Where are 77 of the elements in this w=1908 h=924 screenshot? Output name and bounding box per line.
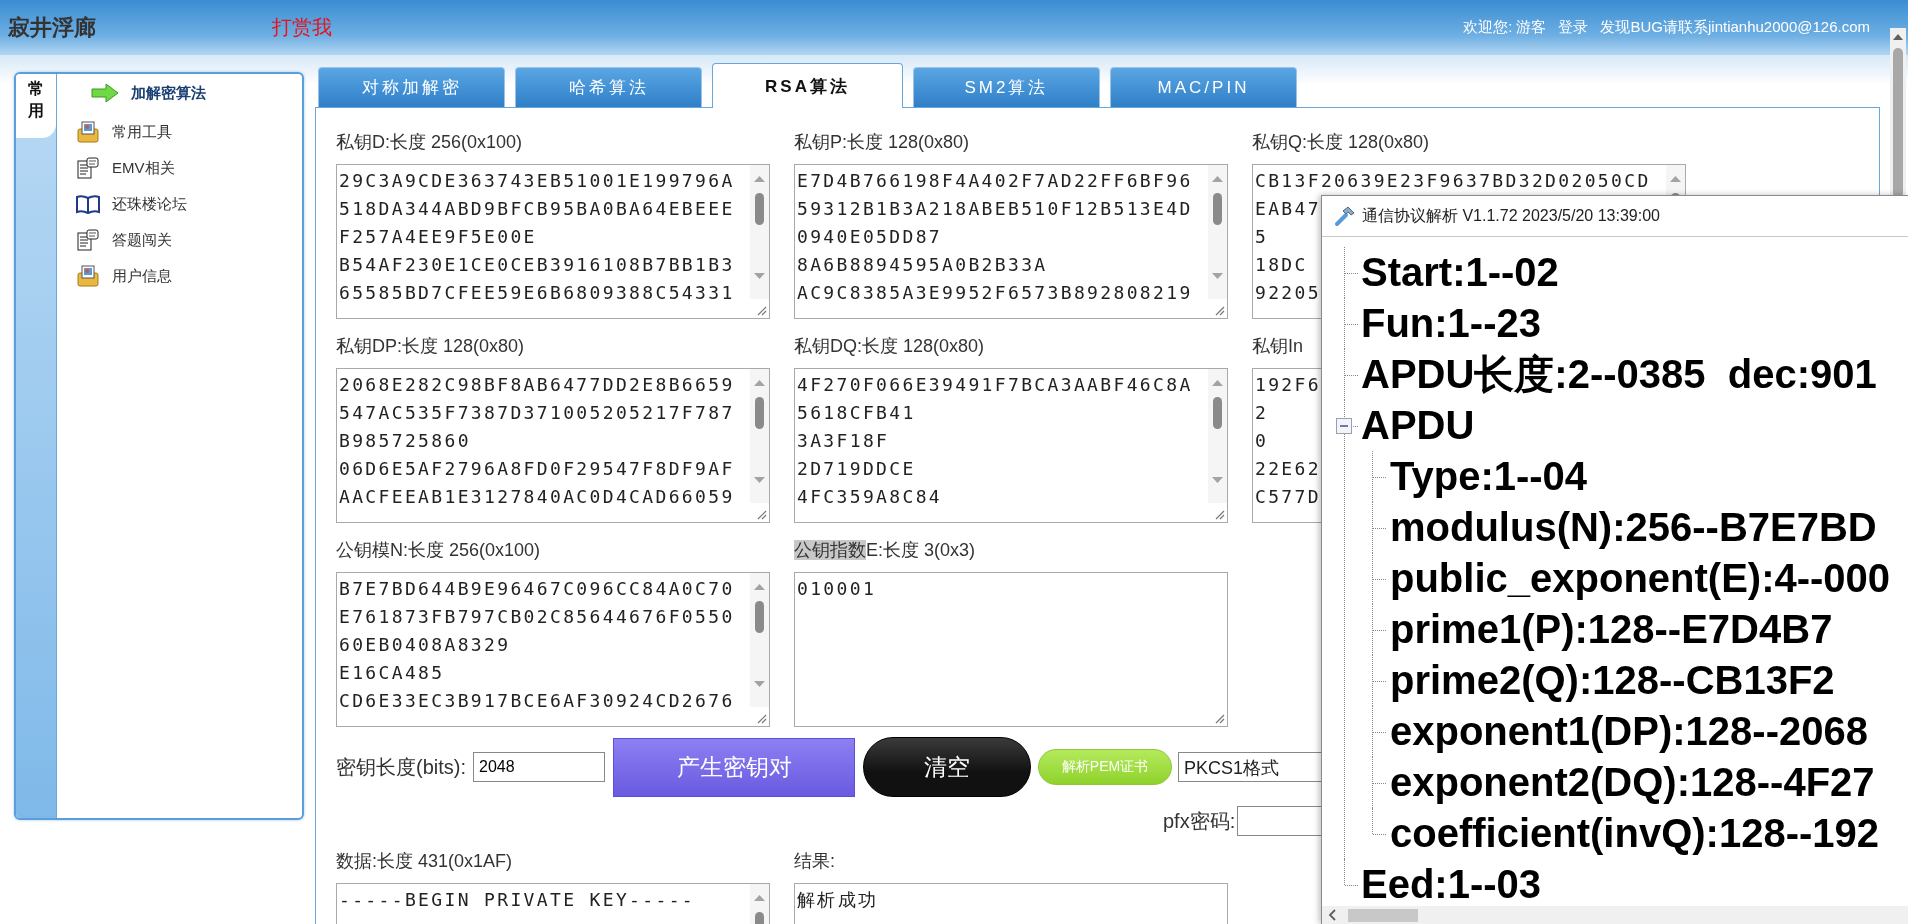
tree-connector bbox=[1344, 247, 1358, 298]
sidebar-item[interactable]: 用户信息 bbox=[112, 266, 172, 286]
tree-node[interactable]: Fun:1--23 bbox=[1361, 298, 1541, 349]
scrollbar[interactable] bbox=[750, 573, 769, 707]
tree-connector bbox=[1372, 502, 1386, 553]
action-button[interactable]: 产生密钥对 bbox=[613, 737, 855, 797]
window-title: 通信协议解析 V1.1.72 2023/5/20 13:39:00 bbox=[1362, 205, 1660, 226]
tree-connector bbox=[1372, 604, 1386, 655]
action-button[interactable]: 清空 bbox=[863, 737, 1031, 797]
text-area[interactable]: 2068E282C98BF8AB6477DD2E8B6659 547AC535F7387D371005205217F787 B985725860 06D6E5AF2796A8FD0F29547F8DF9AF AACFEEAB1E3127840AC0D4CAD66059 bbox=[336, 368, 770, 523]
resize-grip-icon[interactable] bbox=[756, 509, 767, 520]
book-icon bbox=[76, 194, 100, 214]
briefcase-icon bbox=[76, 120, 100, 144]
scrollbar[interactable] bbox=[1208, 369, 1227, 503]
tree-connector bbox=[1372, 553, 1386, 604]
tree-node[interactable]: exponent2(DQ):128--4F27 bbox=[1390, 757, 1875, 808]
field-label: 私钥D:长度 256(0x100) bbox=[336, 131, 524, 154]
scrollbar[interactable] bbox=[750, 165, 769, 299]
field-label: 私钥Q:长度 128(0x80) bbox=[1252, 131, 1431, 154]
sidebar-item[interactable]: 常用工具 bbox=[112, 122, 172, 142]
document-chat-icon bbox=[76, 228, 100, 252]
tree-node[interactable]: exponent1(DP):128--2068 bbox=[1390, 706, 1868, 757]
welcome-text: 欢迎您: 游客 bbox=[1463, 18, 1547, 37]
resize-grip-icon[interactable] bbox=[1214, 305, 1225, 316]
tree-connector bbox=[1372, 706, 1386, 757]
key-length-label: 密钥长度(bits): bbox=[336, 754, 466, 780]
text-area[interactable]: E7D4B766198F4A402F7AD22FF6BF96 59312B1B3A218ABEB510F12B513E4D 0940E05DD87 8A6B8894595A0B2B33A AC9C8385A3E9952F6573B892808219 bbox=[794, 164, 1228, 319]
tree-node[interactable]: prime2(Q):128--CB13F2 bbox=[1390, 655, 1835, 706]
briefcase-icon bbox=[76, 264, 100, 288]
scrollbar[interactable] bbox=[750, 369, 769, 503]
page-scrollbar[interactable] bbox=[1890, 28, 1906, 198]
tree-node[interactable]: coefficient(invQ):128--192 bbox=[1390, 808, 1880, 859]
tree-connector bbox=[1372, 451, 1386, 502]
tree-node[interactable]: Eed:1--03 bbox=[1361, 859, 1542, 906]
field-label: 结果: bbox=[794, 850, 836, 873]
key-length-field[interactable]: 2048 bbox=[473, 752, 605, 782]
tree-connector bbox=[1372, 655, 1386, 706]
field-label: 数据:长度 431(0x1AF) bbox=[336, 850, 514, 873]
sidebar-tab[interactable]: 常用 bbox=[16, 74, 56, 138]
field-label: 私钥DP:长度 128(0x80) bbox=[336, 335, 526, 358]
text-area[interactable]: 4F270F066E39491F7BCA3AABF46C8A 5618CFB41 3A3F18F 2D719DDCE 4FC359A8C84 bbox=[794, 368, 1228, 523]
site-title: 寂井浮廊 bbox=[8, 13, 96, 42]
pfx-password-label: pfx密码: bbox=[1163, 808, 1236, 834]
field-label: 私钥DQ:长度 128(0x80) bbox=[794, 335, 986, 358]
horizontal-scrollbar[interactable] bbox=[1322, 906, 1908, 924]
sidebar-item[interactable]: 还珠楼论坛 bbox=[112, 194, 187, 214]
scrollbar[interactable] bbox=[1208, 165, 1227, 299]
tree-node[interactable]: APDU bbox=[1361, 400, 1475, 451]
resize-grip-icon[interactable] bbox=[756, 305, 767, 316]
resize-grip-icon[interactable] bbox=[1214, 713, 1225, 724]
contact-text: 发现BUG请联系jintianhu2000@126.com bbox=[1600, 18, 1870, 37]
collapse-icon[interactable] bbox=[1336, 418, 1352, 434]
resize-grip-icon[interactable] bbox=[1214, 509, 1225, 520]
tree-node[interactable]: prime1(P):128--E7D4B7 bbox=[1390, 604, 1833, 655]
text-area[interactable]: B7E7BD644B9E96467C096CC84A0C70 E761873FB797CB02C85644676F0550 60EB0408A8329 E16CA485 CD6E33EC3B917BCE6AF30924CD2676 bbox=[336, 572, 770, 727]
text-area[interactable]: 010001 bbox=[794, 572, 1228, 727]
text-area[interactable]: 29C3A9CDE363743EB51001E199796A 518DA344ABD9BFCB95BA0BA64EBEEE F257A4EE9F5E00E B54AF230E1CE0CEB3916108B7BB1B3 65585BD7CFEE59E6B6809388C54331 bbox=[336, 164, 770, 319]
document-chat-icon bbox=[76, 156, 100, 180]
arrow-icon bbox=[91, 83, 119, 103]
tab[interactable]: RSA算法 bbox=[712, 63, 903, 108]
hammer-icon bbox=[1334, 205, 1356, 227]
sidebar-item[interactable]: EMV相关 bbox=[112, 158, 175, 178]
tree-node[interactable]: modulus(N):256--B7E7BD bbox=[1390, 502, 1877, 553]
field-label: 公钥指数E:长度 3(0x3) bbox=[794, 539, 977, 562]
sidebar-item[interactable]: 加解密算法 bbox=[131, 83, 206, 103]
field-label: 私钥In bbox=[1252, 335, 1304, 358]
tree-connector bbox=[1344, 298, 1358, 349]
field-label: 私钥P:长度 128(0x80) bbox=[794, 131, 971, 154]
tree-node[interactable]: public_exponent(E):4--000 bbox=[1390, 553, 1891, 604]
field-label: 公钥模N:长度 256(0x100) bbox=[336, 539, 542, 562]
resize-grip-icon[interactable] bbox=[756, 713, 767, 724]
tree-node[interactable]: APDU长度:2--0385 dec:901 bbox=[1361, 349, 1877, 400]
text-area[interactable]: -----BEGIN PRIVATE KEY----- bbox=[336, 883, 770, 924]
tree-node[interactable]: Start:1--02 bbox=[1361, 247, 1559, 298]
text-area[interactable]: 解析成功 bbox=[794, 883, 1228, 924]
tree-node[interactable]: Type:1--04 bbox=[1390, 451, 1588, 502]
sidebar-item[interactable]: 答题闯关 bbox=[112, 230, 172, 250]
